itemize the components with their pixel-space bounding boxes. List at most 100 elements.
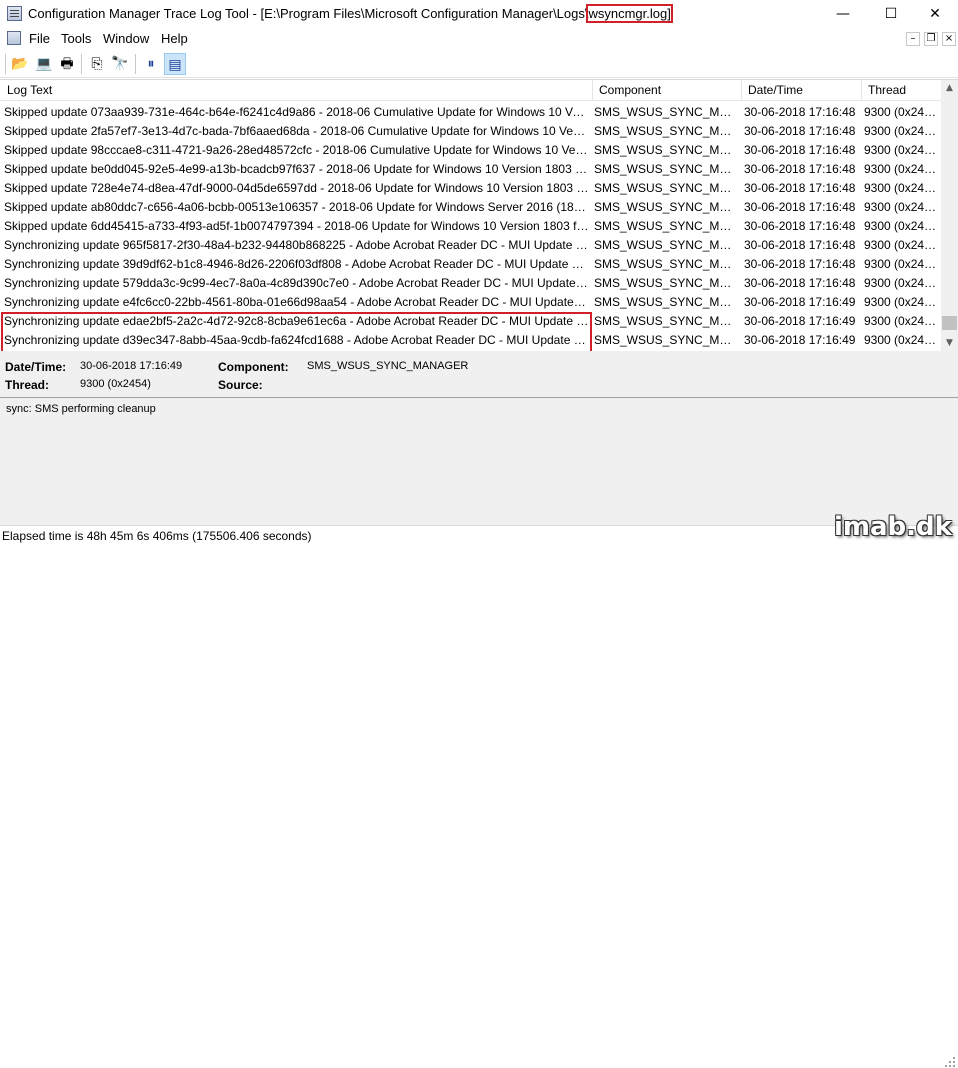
cell-log-text: Synchronizing update 965f5817-2f30-48a4-… [4, 238, 589, 252]
cell-component: SMS_WSUS_SYNC_MANAG [594, 257, 739, 271]
table-row[interactable]: Skipped update be0dd045-92e5-4e99-a13b-b… [0, 159, 941, 178]
table-row[interactable]: Synchronizing update edae2bf5-2a2c-4d72-… [0, 311, 941, 330]
cell-component: SMS_WSUS_SYNC_MANAG [594, 162, 739, 176]
pause-icon[interactable]: ⏸ [140, 53, 162, 75]
column-header-log-text[interactable]: Log Text [7, 83, 52, 97]
cell-thread: 9300 (0x2454) [864, 143, 940, 157]
column-divider[interactable] [741, 80, 742, 101]
column-header-datetime[interactable]: Date/Time [748, 83, 803, 97]
cell-thread: 9300 (0x2454) [864, 105, 940, 119]
cell-component: SMS_WSUS_SYNC_MANAG [594, 200, 739, 214]
highlight-icon[interactable]: ▤ [164, 53, 186, 75]
table-row[interactable]: Skipped update 073aa939-731e-464c-b64e-f… [0, 102, 941, 121]
table-row[interactable]: Synchronizing update 39d9df62-b1c8-4946-… [0, 254, 941, 273]
cell-thread: 9300 (0x2454) [864, 162, 940, 176]
table-row[interactable]: Skipped update 2fa57ef7-3e13-4d7c-bada-7… [0, 121, 941, 140]
cell-log-text: Skipped update be0dd045-92e5-4e99-a13b-b… [4, 162, 589, 176]
watermark-logo: imab.dk [834, 512, 952, 542]
cell-component: SMS_WSUS_SYNC_MANAG [594, 181, 739, 195]
cell-log-text: Skipped update 6dd45415-a733-4f93-ad5f-1… [4, 219, 589, 233]
cell-thread: 9300 (0x2454) [864, 276, 940, 290]
cell-log-text: Skipped update 728e4e74-d8ea-47df-9000-0… [4, 181, 589, 195]
mdi-close-button[interactable]: × [942, 32, 956, 46]
elapsed-time-status: Elapsed time is 48h 45m 6s 406ms (175506… [2, 529, 312, 543]
cell-datetime: 30-06-2018 17:16:48 [744, 219, 856, 233]
mdi-minimize-button[interactable]: – [906, 32, 920, 46]
window-title-path: Configuration Manager Trace Log Tool - [… [28, 6, 589, 21]
cell-component: SMS_WSUS_SYNC_MANAG [594, 276, 739, 290]
detail-thread-value: 9300 (0x2454) [80, 378, 151, 390]
table-row[interactable]: Skipped update 728e4e74-d8ea-47df-9000-0… [0, 178, 941, 197]
cell-component: SMS_WSUS_SYNC_MANAG [594, 219, 739, 233]
cell-log-text: Skipped update 073aa939-731e-464c-b64e-f… [4, 105, 589, 119]
detail-source-label: Source: [218, 378, 263, 392]
column-header-component[interactable]: Component [599, 83, 661, 97]
document-icon[interactable] [7, 31, 21, 45]
cell-log-text: Synchronizing update d39ec347-8abb-45aa-… [4, 333, 589, 347]
cell-thread: 9300 (0x2454) [864, 257, 940, 271]
table-row[interactable]: Synchronizing update e4fc6cc0-22bb-4561-… [0, 292, 941, 311]
menu-window[interactable]: Window [103, 31, 149, 46]
cell-datetime: 30-06-2018 17:16:49 [744, 295, 856, 309]
cell-datetime: 30-06-2018 17:16:48 [744, 200, 856, 214]
cell-thread: 9300 (0x2454) [864, 333, 940, 347]
cell-datetime: 30-06-2018 17:16:48 [744, 181, 856, 195]
vertical-scrollbar[interactable]: ▲ ▼ [941, 80, 958, 352]
scroll-down-arrow-icon[interactable]: ▼ [941, 335, 958, 352]
message-pane[interactable]: sync: SMS performing cleanup [0, 397, 958, 525]
cell-datetime: 30-06-2018 17:16:48 [744, 143, 856, 157]
column-header-thread[interactable]: Thread [868, 83, 906, 97]
table-row[interactable]: Synchronizing update 965f5817-2f30-48a4-… [0, 235, 941, 254]
find-icon[interactable]: 🔭 [109, 53, 131, 75]
cell-log-text: Skipped update ab80ddc7-c656-4a06-bcbb-0… [4, 200, 589, 214]
menu-help[interactable]: Help [161, 31, 188, 46]
detail-datetime-value: 30-06-2018 17:16:49 [80, 360, 183, 372]
column-divider[interactable] [592, 80, 593, 101]
scroll-thumb[interactable] [942, 316, 957, 330]
cell-component: SMS_WSUS_SYNC_MANAG [594, 295, 739, 309]
toolbar-separator [81, 54, 82, 74]
table-row[interactable]: Synchronizing update 579dda3c-9c99-4ec7-… [0, 273, 941, 292]
scroll-up-arrow-icon[interactable]: ▲ [941, 80, 958, 97]
table-row[interactable]: Skipped update 6dd45415-a733-4f93-ad5f-1… [0, 216, 941, 235]
toolbar-separator [135, 54, 136, 74]
mdi-restore-button[interactable]: ❐ [924, 32, 938, 46]
minimize-button[interactable]: — [820, 0, 866, 28]
print-preview-icon[interactable]: 💻 [33, 53, 55, 75]
cell-datetime: 30-06-2018 17:16:48 [744, 238, 856, 252]
cell-log-text: Synchronizing update edae2bf5-2a2c-4d72-… [4, 314, 589, 328]
detail-thread-label: Thread: [5, 378, 50, 392]
status-bar: Elapsed time is 48h 45m 6s 406ms (175506… [0, 525, 958, 1067]
log-list[interactable]: Log Text Component Date/Time Thread Skip… [0, 79, 958, 429]
detail-component-label: Component: [218, 360, 289, 374]
toolbar-separator [5, 54, 6, 74]
cell-log-text: Skipped update 2fa57ef7-3e13-4d7c-bada-7… [4, 124, 589, 138]
detail-datetime-label: Date/Time: [5, 360, 67, 374]
detail-component-value: SMS_WSUS_SYNC_MANAGER [307, 360, 469, 372]
title-bar: Configuration Manager Trace Log Tool - [… [0, 0, 958, 28]
cell-component: SMS_WSUS_SYNC_MANAG [594, 238, 739, 252]
cell-datetime: 30-06-2018 17:16:48 [744, 124, 856, 138]
cell-datetime: 30-06-2018 17:16:48 [744, 257, 856, 271]
close-button[interactable]: ✕ [912, 0, 958, 28]
cell-component: SMS_WSUS_SYNC_MANAG [594, 124, 739, 138]
resize-grip-icon[interactable] [944, 1056, 956, 1068]
toolbar: 📂 💻 🖶 ⎘ 🔭 ⏸ ▤ [0, 50, 958, 78]
print-icon[interactable]: 🖶 [56, 53, 78, 75]
window-title-filename: wsyncmgr.log] [586, 4, 673, 23]
cell-log-text: Synchronizing update e4fc6cc0-22bb-4561-… [4, 295, 589, 309]
details-panel: Date/Time: 30-06-2018 17:16:49 Component… [0, 351, 958, 397]
open-folder-icon[interactable]: 📂 [9, 53, 31, 75]
cell-thread: 9300 (0x2454) [864, 295, 940, 309]
menu-tools[interactable]: Tools [61, 31, 91, 46]
table-row[interactable]: Synchronizing update d39ec347-8abb-45aa-… [0, 330, 941, 349]
maximize-button[interactable]: ☐ [868, 0, 914, 28]
cell-log-text: Synchronizing update 579dda3c-9c99-4ec7-… [4, 276, 589, 290]
copy-icon[interactable]: ⎘ [86, 53, 108, 75]
table-row[interactable]: Skipped update 98cccae8-c311-4721-9a26-2… [0, 140, 941, 159]
menu-file[interactable]: File [29, 31, 50, 46]
column-divider[interactable] [861, 80, 862, 101]
cell-datetime: 30-06-2018 17:16:48 [744, 276, 856, 290]
table-row[interactable]: Skipped update ab80ddc7-c656-4a06-bcbb-0… [0, 197, 941, 216]
app-log-icon [7, 6, 22, 21]
